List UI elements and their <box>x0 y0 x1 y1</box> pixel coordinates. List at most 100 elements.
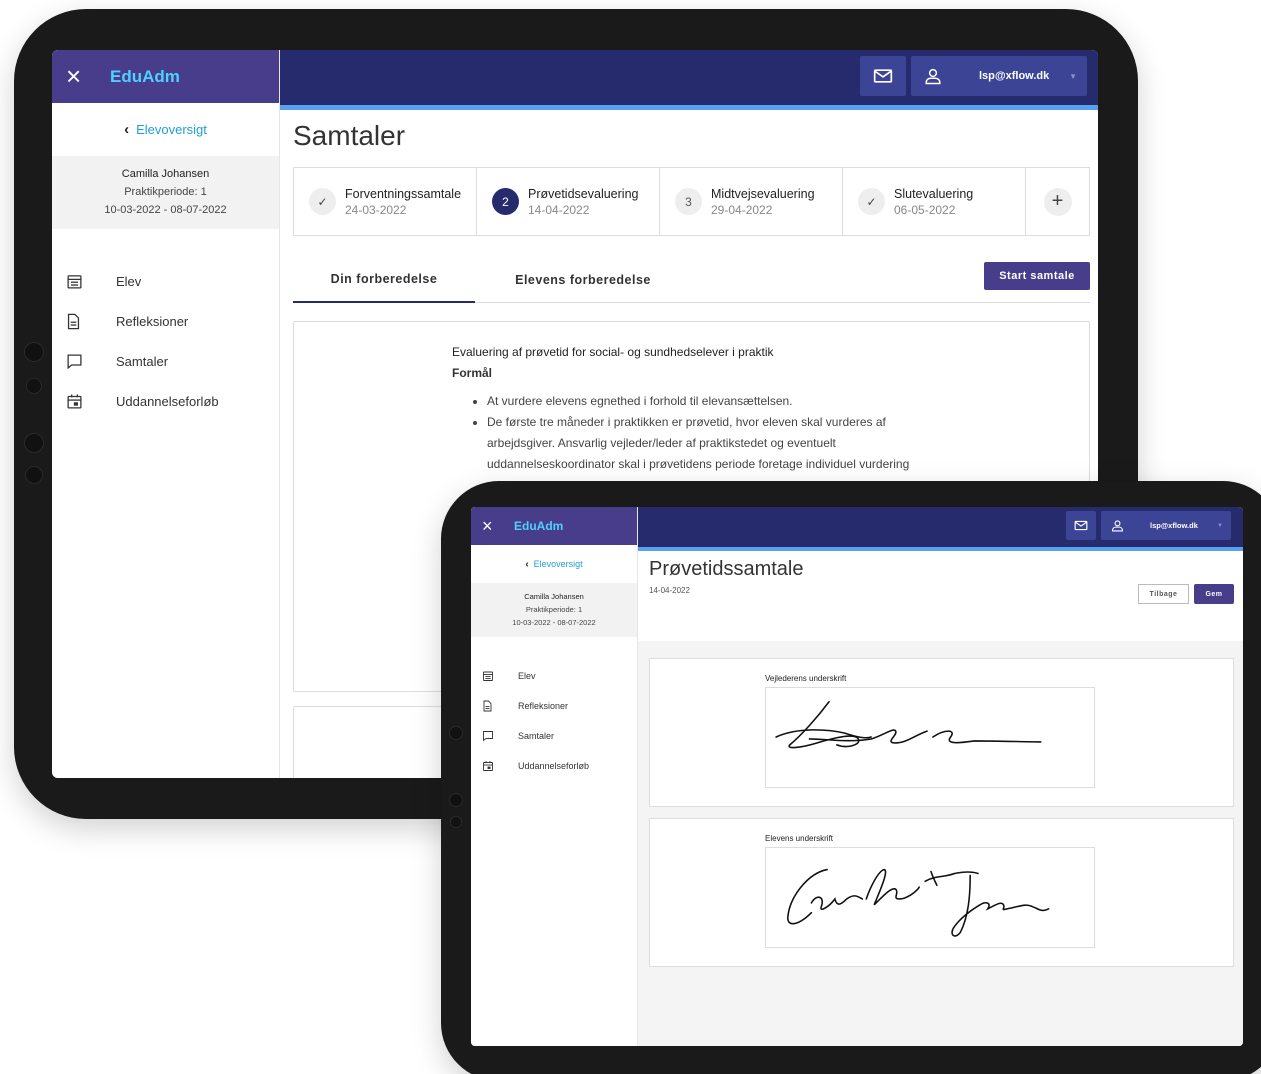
sidebar-item-label: Uddannelseforløb <box>116 393 219 409</box>
calendar-icon <box>482 760 518 772</box>
brand-name: EduAdm <box>110 66 180 86</box>
envelope-icon <box>1074 520 1088 531</box>
page-date: 14-04-2022 <box>649 586 690 595</box>
tab-din-forberedelse[interactable]: Din forberedelse <box>293 256 475 303</box>
student-info: Camilla Johansen Praktikperiode: 1 10-03… <box>52 156 279 229</box>
sidebar-item-label: Refleksioner <box>518 701 569 711</box>
step-date: 29-04-2022 <box>711 202 773 217</box>
mail-button[interactable] <box>1066 511 1096 540</box>
user-menu-button[interactable]: lsp@xflow.dk ▼ <box>911 56 1087 96</box>
sidebar-item-elev[interactable]: Elev <box>471 661 637 691</box>
sidebar-item-uddannelseforlob[interactable]: Uddannelseforløb <box>471 751 637 781</box>
signature-label: Elevens underskrift <box>765 834 834 843</box>
brand-name: EduAdm <box>514 519 564 533</box>
user-email: lsp@xflow.dk <box>979 70 1050 82</box>
sidebar-item-elev[interactable]: Elev <box>52 261 279 301</box>
user-icon <box>911 67 955 85</box>
step-date: 24-03-2022 <box>345 202 407 217</box>
step-forventningssamtale[interactable]: ✓ Forventningssamtale 24-03-2022 <box>294 168 477 235</box>
brand-bar: × EduAdm <box>471 507 637 545</box>
mail-button[interactable] <box>860 56 906 96</box>
device-button <box>24 342 44 362</box>
document-icon <box>66 313 116 330</box>
student-name: Camilla Johansen <box>121 168 210 180</box>
front-tablet-frame: × EduAdm ‹ Elevoversigt Camilla Johansen… <box>441 481 1261 1074</box>
chat-bubble-icon <box>66 353 116 370</box>
step-date: 06-05-2022 <box>894 202 956 217</box>
preparation-tabs: Din forberedelse Elevens forberedelse <box>293 256 1090 303</box>
back-to-overview-link[interactable]: ‹ Elevoversigt <box>52 103 279 156</box>
student-signature-pad[interactable] <box>765 847 1095 948</box>
close-icon[interactable]: × <box>482 516 514 537</box>
card-text: Evaluering af prøvetid for social- og su… <box>452 342 932 475</box>
step-title: Prøvetidsevaluering <box>528 186 639 201</box>
sidebar: × EduAdm ‹ Elevoversigt Camilla Johansen… <box>52 50 280 778</box>
tilbage-button[interactable]: Tilbage <box>1138 584 1189 604</box>
student-dates: 10-03-2022 - 08-07-2022 <box>104 204 227 216</box>
student-dates: 10-03-2022 - 08-07-2022 <box>512 618 596 627</box>
close-icon[interactable]: × <box>66 61 110 92</box>
supervisor-signature-card: Vejlederens underskrift <box>649 658 1234 807</box>
check-icon: ✓ <box>858 188 885 215</box>
sidebar-item-label: Elev <box>518 671 536 681</box>
student-signature-card: Elevens underskrift <box>649 818 1234 967</box>
device-button <box>449 726 463 740</box>
back-link-label: Elevoversigt <box>533 559 583 569</box>
signature-label: Vejlederens underskrift <box>765 674 847 683</box>
top-bar: lsp@xflow.dk ▼ <box>280 50 1098 110</box>
chevron-left-icon: ‹ <box>124 121 130 138</box>
supervisor-signature-drawing <box>775 700 1042 749</box>
step-title: Slutevaluering <box>894 186 974 201</box>
student-period: Praktikperiode: 1 <box>525 605 583 614</box>
user-email: lsp@xflow.dk <box>1150 521 1198 530</box>
sidebar-item-uddannelseforlob[interactable]: Uddannelseforløb <box>52 381 279 421</box>
sidebar-item-samtaler[interactable]: Samtaler <box>471 721 637 751</box>
step-provetidsevaluering[interactable]: 2 Prøvetidsevaluering 14-04-2022 <box>477 168 660 235</box>
brand-bar: × EduAdm <box>52 50 279 103</box>
device-button <box>450 816 462 828</box>
top-bar: lsp@xflow.dk ▼ <box>638 507 1243 551</box>
user-icon <box>1101 519 1133 532</box>
gem-button[interactable]: Gem <box>1194 584 1234 604</box>
sidebar: × EduAdm ‹ Elevoversigt Camilla Johansen… <box>471 507 638 1046</box>
add-step-button[interactable]: + <box>1026 168 1089 235</box>
sidebar-item-label: Elev <box>116 273 142 289</box>
device-button <box>25 466 43 484</box>
sidebar-item-label: Samtaler <box>116 353 169 369</box>
step-number-badge: 3 <box>675 188 702 215</box>
back-to-overview-link[interactable]: ‹ Elevoversigt <box>471 545 637 583</box>
main-content: Prøvetidssamtale 14-04-2022 Tilbage Gem … <box>638 551 1243 1046</box>
page-title: Prøvetidssamtale <box>649 558 804 580</box>
tab-elevens-forberedelse[interactable]: Elevens forberedelse <box>475 256 691 303</box>
plus-icon: + <box>1043 187 1072 216</box>
calendar-list-icon <box>66 273 116 290</box>
list-item: At vurdere elevens egnethed i forhold ti… <box>487 391 932 412</box>
card-heading: Evaluering af prøvetid for social- og su… <box>452 345 774 359</box>
device-button <box>449 793 463 807</box>
chevron-down-icon: ▼ <box>1069 71 1077 81</box>
chevron-left-icon: ‹ <box>525 558 529 570</box>
user-menu-button[interactable]: lsp@xflow.dk ▼ <box>1101 511 1231 540</box>
sidebar-item-label: Uddannelseforløb <box>518 761 590 771</box>
sidebar-item-refleksioner[interactable]: Refleksioner <box>471 691 637 721</box>
step-slutevaluering[interactable]: ✓ Slutevaluering 06-05-2022 <box>843 168 1026 235</box>
sidebar-nav: Elev Refleksioner Samtaler Uddannelsefor… <box>52 261 279 421</box>
step-number-badge: 2 <box>492 188 519 215</box>
sidebar-item-refleksioner[interactable]: Refleksioner <box>52 301 279 341</box>
calendar-list-icon <box>482 670 518 682</box>
calendar-icon <box>66 393 116 410</box>
supervisor-signature-pad[interactable] <box>765 687 1095 788</box>
front-tablet-screen: × EduAdm ‹ Elevoversigt Camilla Johansen… <box>471 507 1243 1046</box>
back-link-label: Elevoversigt <box>136 122 207 137</box>
sidebar-item-samtaler[interactable]: Samtaler <box>52 341 279 381</box>
step-title: Forventningssamtale <box>345 186 462 201</box>
envelope-icon <box>873 69 893 83</box>
step-midtvejsevaluering[interactable]: 3 Midtvejsevaluering 29-04-2022 <box>660 168 843 235</box>
start-samtale-button[interactable]: Start samtale <box>984 262 1090 290</box>
check-icon: ✓ <box>309 188 336 215</box>
device-button <box>26 378 42 394</box>
device-button <box>24 433 44 453</box>
student-signature-drawing <box>787 868 1050 937</box>
chat-bubble-icon <box>482 730 518 742</box>
student-info: Camilla Johansen Praktikperiode: 1 10-03… <box>471 583 637 637</box>
